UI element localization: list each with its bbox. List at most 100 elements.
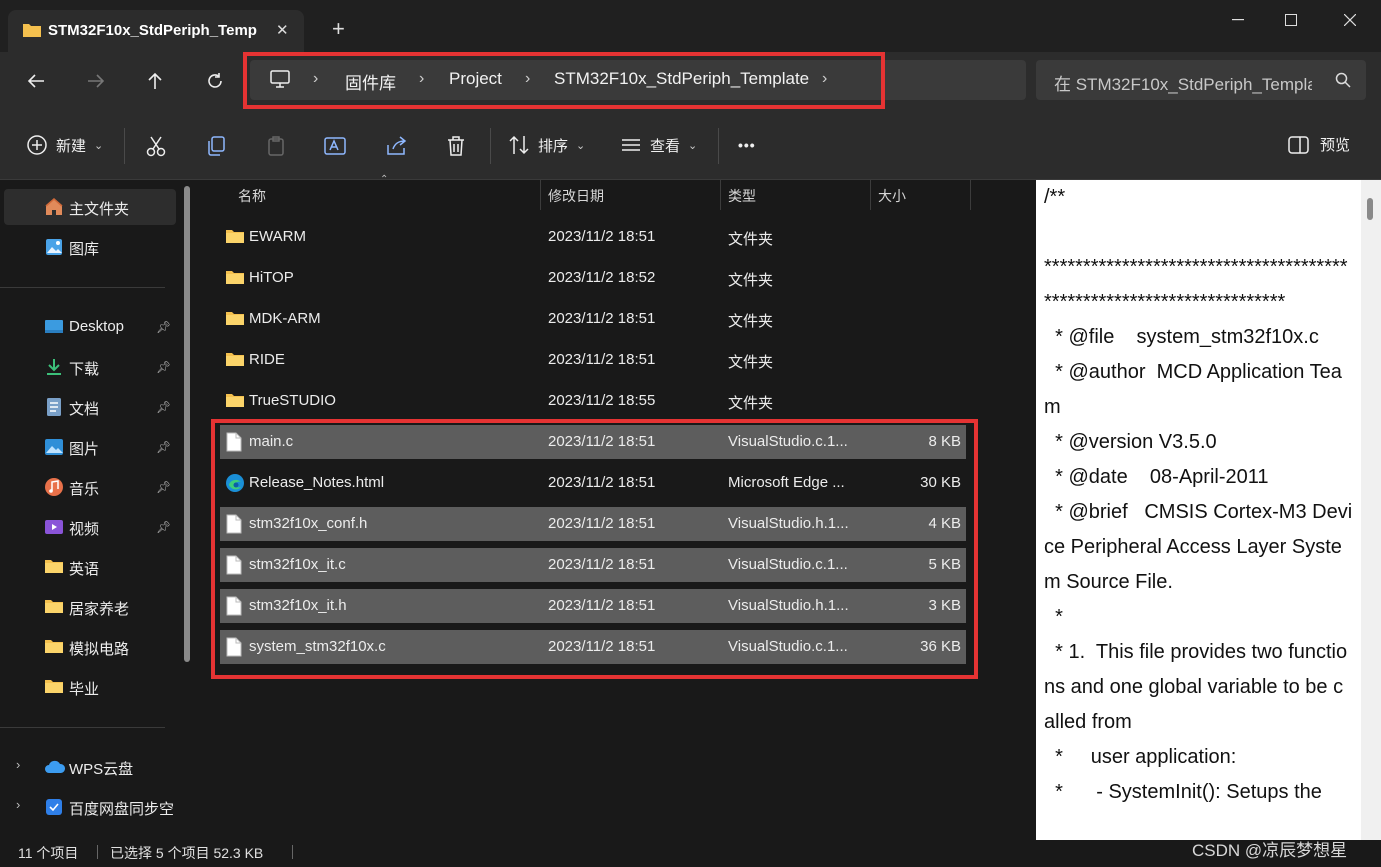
column-divider[interactable] xyxy=(720,180,721,210)
sidebar-item-label: Desktop xyxy=(69,318,125,335)
sidebar-item[interactable]: 模拟电路 xyxy=(4,629,176,665)
expand-chevron-icon[interactable]: › xyxy=(16,797,20,812)
close-window-button[interactable] xyxy=(1322,0,1378,40)
divider xyxy=(292,845,293,859)
sidebar-item-label: 图库 xyxy=(69,241,100,258)
preview-text: /** ************************************… xyxy=(1044,186,1353,803)
selection-highlight xyxy=(211,419,978,679)
home-icon xyxy=(44,197,64,217)
file-row[interactable]: RIDE 2023/11/2 18:51 文件夹 xyxy=(220,343,966,377)
pin-icon[interactable]: 📌︎ xyxy=(156,360,171,374)
delete-icon[interactable] xyxy=(444,134,468,158)
pin-icon[interactable]: 📌︎ xyxy=(156,320,171,334)
picture-icon xyxy=(44,437,64,457)
file-row[interactable]: MDK-ARM 2023/11/2 18:51 文件夹 xyxy=(220,302,966,336)
plus-circle-icon xyxy=(26,134,48,156)
sidebar-item[interactable]: 视频 📌︎ xyxy=(4,509,176,545)
maximize-button[interactable] xyxy=(1263,0,1319,40)
more-options-button[interactable]: ••• xyxy=(738,137,756,153)
column-divider[interactable] xyxy=(540,180,541,210)
music-icon xyxy=(44,477,64,497)
file-name: HiTOP xyxy=(249,269,294,286)
sidebar-item-label: 英语 xyxy=(69,561,100,578)
view-label: 查看 xyxy=(650,137,681,155)
new-tab-button[interactable]: + xyxy=(332,16,345,42)
share-icon[interactable] xyxy=(384,134,408,158)
file-name: MDK-ARM xyxy=(249,310,321,327)
divider xyxy=(490,128,491,164)
sidebar-item-label: 居家养老 xyxy=(69,601,130,618)
chevron-down-icon: ⌄ xyxy=(688,139,698,152)
file-modified: 2023/11/2 18:55 xyxy=(548,392,656,409)
file-modified: 2023/11/2 18:51 xyxy=(548,351,656,368)
folder-icon xyxy=(44,677,64,695)
up-button[interactable] xyxy=(137,66,173,96)
forward-button[interactable] xyxy=(78,66,114,96)
folder-icon xyxy=(225,350,245,368)
scrollbar-thumb[interactable] xyxy=(1367,198,1373,220)
file-type: 文件夹 xyxy=(728,354,774,371)
sidebar-item[interactable]: 下载 📌︎ xyxy=(4,349,176,385)
sidebar-item[interactable]: 英语 xyxy=(4,549,176,585)
sidebar-item[interactable]: 图库 xyxy=(4,229,176,265)
refresh-button[interactable] xyxy=(197,66,233,96)
pin-icon[interactable]: 📌︎ xyxy=(156,400,171,414)
cut-icon[interactable] xyxy=(144,134,168,158)
rename-icon[interactable] xyxy=(324,134,348,158)
sidebar-item[interactable]: 图片 📌︎ xyxy=(4,429,176,465)
folder-icon xyxy=(225,227,245,245)
file-type: 文件夹 xyxy=(728,272,774,289)
file-row[interactable]: HiTOP 2023/11/2 18:52 文件夹 xyxy=(220,261,966,295)
sidebar-item-label: WPS云盘 xyxy=(69,761,134,778)
column-header-modified[interactable]: 修改日期 xyxy=(548,186,604,206)
column-divider[interactable] xyxy=(870,180,871,210)
expand-chevron-icon[interactable]: › xyxy=(16,757,20,772)
paste-icon[interactable] xyxy=(264,134,288,158)
sort-button[interactable]: 排序 ⌄ xyxy=(508,134,585,156)
pin-icon[interactable]: 📌︎ xyxy=(156,440,171,454)
divider xyxy=(124,128,125,164)
column-header-type[interactable]: 类型 xyxy=(728,186,756,206)
pin-icon[interactable]: 📌︎ xyxy=(156,480,171,494)
sidebar-scrollbar[interactable] xyxy=(184,186,190,662)
chevron-down-icon: ⌄ xyxy=(94,139,104,152)
close-tab-button[interactable]: ✕ xyxy=(276,21,289,39)
file-modified: 2023/11/2 18:52 xyxy=(548,269,656,286)
download-icon xyxy=(44,357,64,377)
new-label: 新建 xyxy=(56,137,87,155)
view-button[interactable]: 查看 ⌄ xyxy=(620,134,697,156)
sort-label: 排序 xyxy=(538,137,569,155)
new-button[interactable]: 新建 ⌄ xyxy=(26,134,103,156)
sidebar-item[interactable]: › WPS云盘 xyxy=(4,749,176,785)
file-modified: 2023/11/2 18:51 xyxy=(548,310,656,327)
copy-icon[interactable] xyxy=(204,134,228,158)
sidebar-item-label: 文档 xyxy=(69,401,100,418)
column-header-size[interactable]: 大小 xyxy=(878,186,906,206)
file-row[interactable]: EWARM 2023/11/2 18:51 文件夹 xyxy=(220,220,966,254)
file-name: EWARM xyxy=(249,228,306,245)
sort-ascending-icon: ⌃ xyxy=(380,174,389,185)
folder-icon xyxy=(44,557,64,575)
search-icon[interactable] xyxy=(1335,72,1351,88)
column-divider[interactable] xyxy=(970,180,971,210)
selection-info: 已选择 5 个项目 52.3 KB xyxy=(110,845,264,861)
back-button[interactable] xyxy=(18,66,54,96)
sidebar-item[interactable]: 主文件夹 xyxy=(4,189,176,225)
sidebar-item[interactable]: Desktop 📌︎ xyxy=(4,309,176,345)
file-row[interactable]: TrueSTUDIO 2023/11/2 18:55 文件夹 xyxy=(220,384,966,418)
pin-icon[interactable]: 📌︎ xyxy=(156,520,171,534)
preview-pane-button[interactable]: 预览 xyxy=(1288,134,1350,155)
sidebar-item-label: 视频 xyxy=(69,521,100,538)
sidebar-item-label: 百度网盘同步空 xyxy=(69,801,175,818)
sidebar-item[interactable]: 音乐 📌︎ xyxy=(4,469,176,505)
preview-scrollbar[interactable] xyxy=(1361,180,1381,840)
sidebar-item[interactable]: 毕业 xyxy=(4,669,176,705)
sidebar-item[interactable]: › 百度网盘同步空 xyxy=(4,789,176,825)
file-type: 文件夹 xyxy=(728,231,774,248)
minimize-button[interactable] xyxy=(1210,0,1266,40)
file-name: TrueSTUDIO xyxy=(249,392,336,409)
column-header-name[interactable]: 名称 xyxy=(238,186,266,206)
sidebar-item[interactable]: 居家养老 xyxy=(4,589,176,625)
sidebar-item[interactable]: 文档 📌︎ xyxy=(4,389,176,425)
folder-icon xyxy=(225,391,245,409)
